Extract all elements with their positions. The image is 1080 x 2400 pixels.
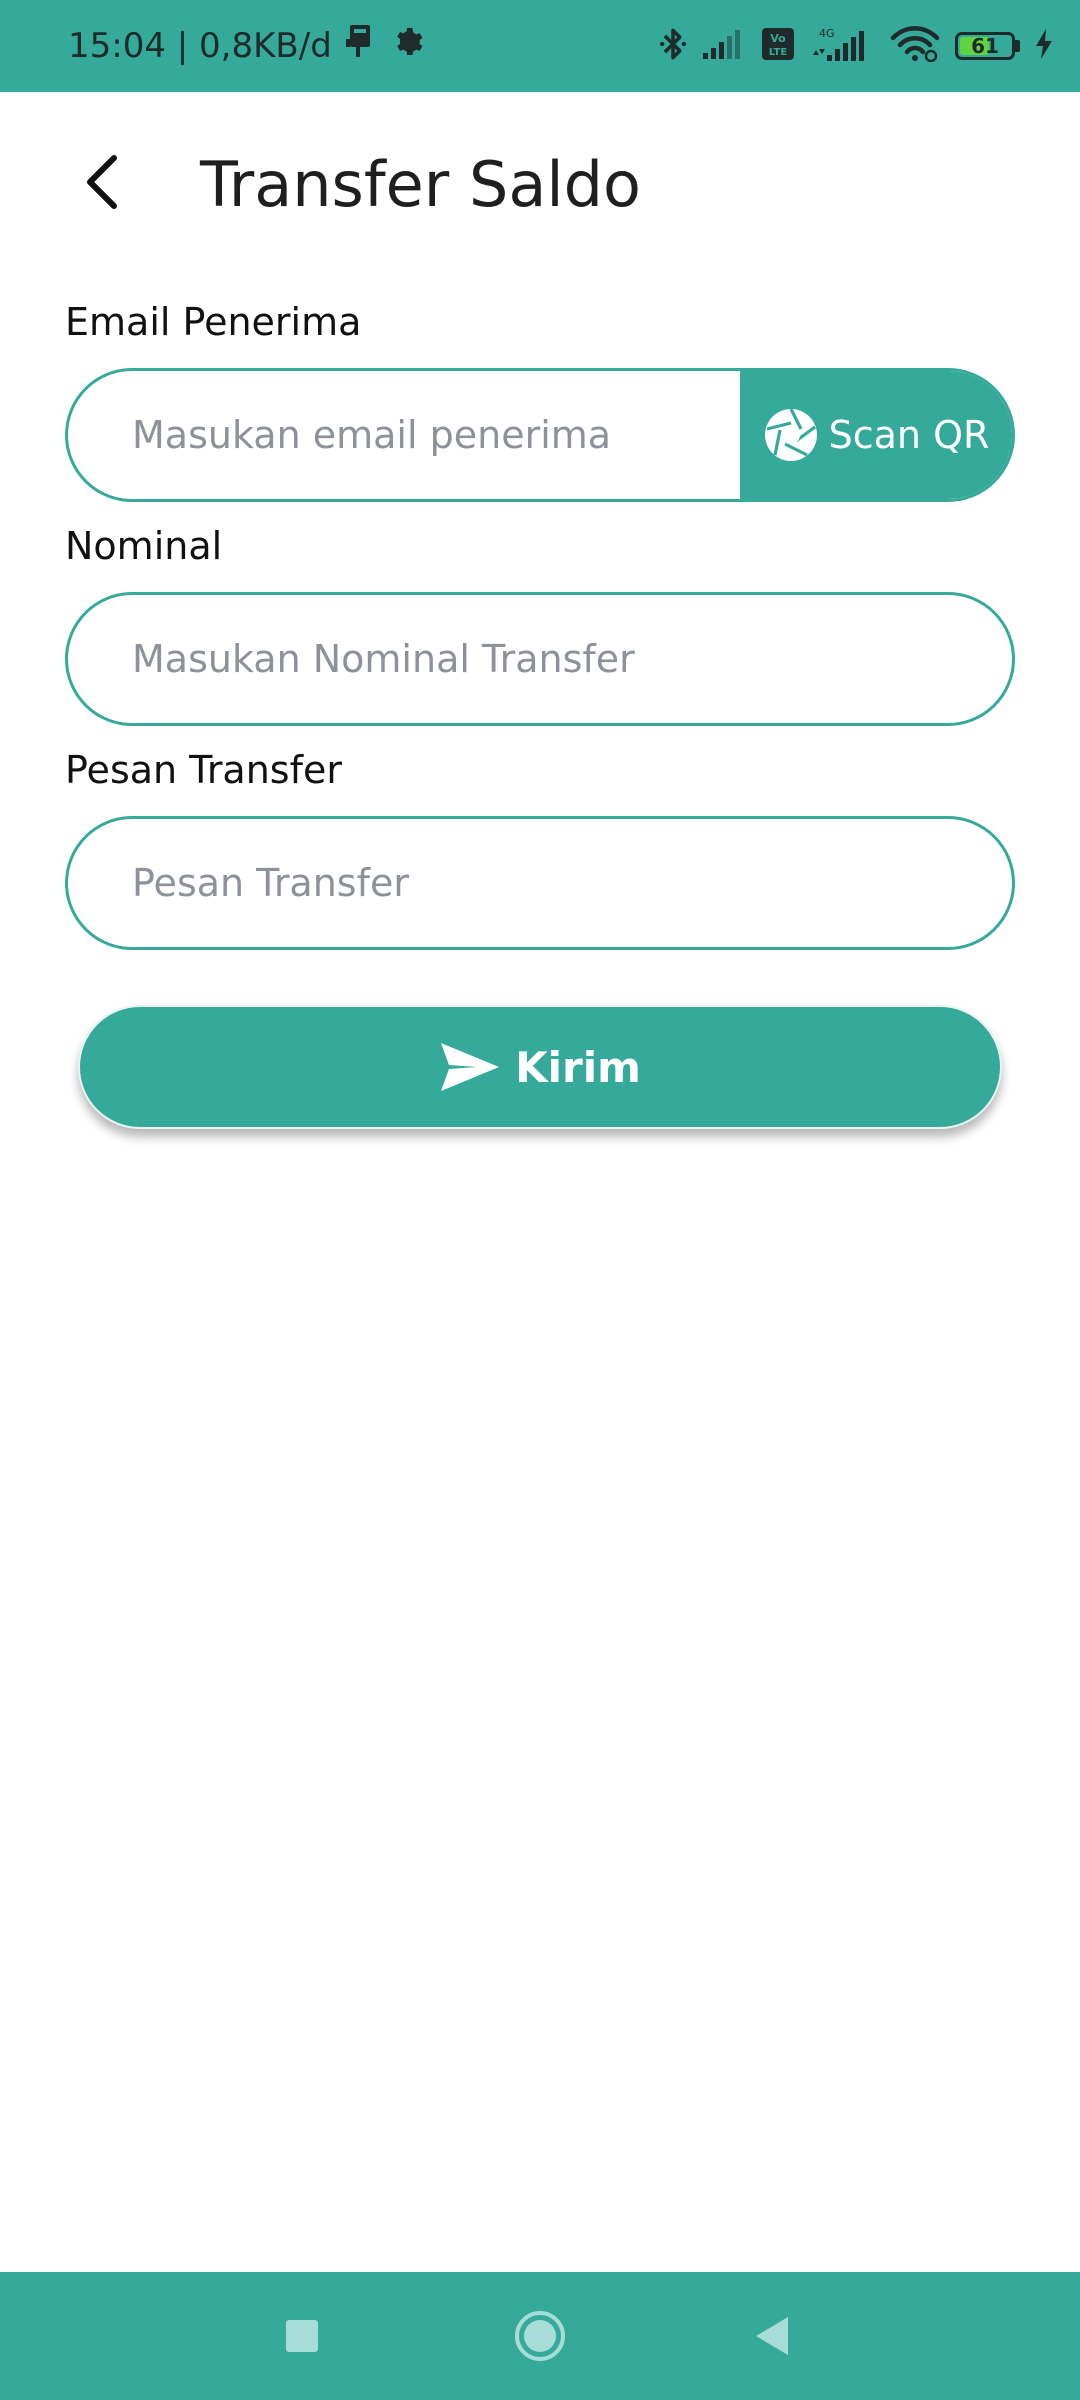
- nav-back-button[interactable]: [732, 2296, 812, 2376]
- usb-debug-icon: [344, 23, 378, 70]
- status-time-info: 15:04 | 0,8KB/d: [68, 26, 332, 66]
- svg-text:Vo: Vo: [770, 32, 786, 45]
- back-arrow-icon: [87, 155, 117, 209]
- message-label: Pesan Transfer: [65, 748, 342, 792]
- battery-icon: 61: [955, 32, 1020, 60]
- nominal-field-container: [65, 592, 1015, 726]
- battery-level: 61: [971, 34, 999, 58]
- recents-button[interactable]: [262, 2296, 342, 2376]
- back-button[interactable]: [62, 142, 142, 222]
- app-header: Transfer Saldo: [0, 92, 1080, 277]
- battery-body: 61: [955, 32, 1015, 60]
- 4g-signal-icon: 4G: [809, 25, 875, 67]
- nominal-label: Nominal: [65, 524, 223, 568]
- send-icon: [441, 1043, 500, 1091]
- wifi-icon: [889, 26, 941, 66]
- volte-icon: Vo LTE: [761, 27, 795, 65]
- camera-aperture-icon: [764, 408, 817, 461]
- status-left: 15:04 | 0,8KB/d: [68, 0, 424, 92]
- charging-icon: [1034, 28, 1054, 64]
- square-icon: [286, 2320, 318, 2352]
- message-field-container: [65, 816, 1015, 950]
- status-right: Vo LTE 4G 61: [659, 0, 1054, 92]
- nominal-field[interactable]: [68, 595, 1012, 723]
- bluetooth-icon: [659, 25, 687, 67]
- page-title: Transfer Saldo: [200, 148, 641, 221]
- home-button[interactable]: [500, 2296, 580, 2376]
- status-bar: 15:04 | 0,8KB/d Vo LTE 4G 61: [0, 0, 1080, 92]
- svg-text:4G: 4G: [819, 27, 835, 40]
- circle-home-icon: [515, 2311, 565, 2361]
- send-button[interactable]: Kirim: [78, 1005, 1002, 1129]
- email-field[interactable]: [68, 371, 740, 499]
- email-label: Email Penerima: [65, 300, 362, 344]
- send-button-label: Kirim: [515, 1042, 641, 1092]
- scan-qr-label: Scan QR: [828, 413, 990, 457]
- triangle-back-icon: [756, 2317, 788, 2355]
- scan-qr-button[interactable]: Scan QR: [740, 371, 1012, 499]
- navigation-bar: [0, 2272, 1080, 2400]
- email-field-container: Scan QR: [65, 368, 1015, 502]
- settings-icon: [390, 25, 424, 68]
- svg-text:LTE: LTE: [769, 47, 788, 58]
- signal-icon: [701, 27, 747, 65]
- message-field[interactable]: [68, 819, 1012, 947]
- battery-nub: [1015, 40, 1020, 52]
